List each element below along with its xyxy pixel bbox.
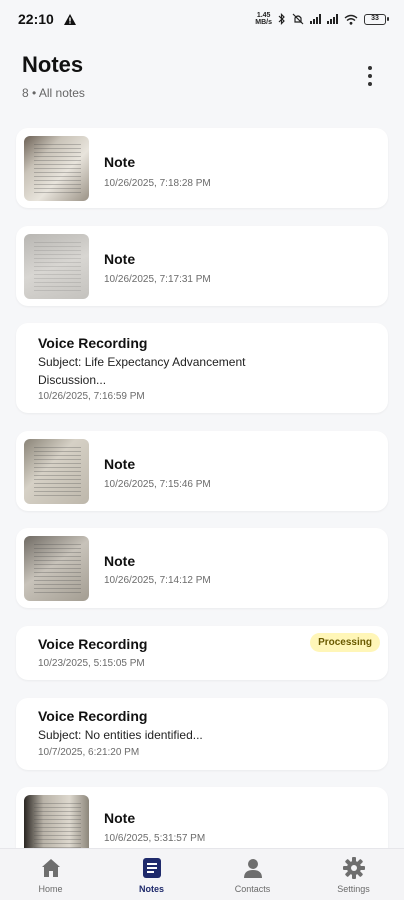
status-bar: 22:10 1.45 MB/s 33 — [0, 0, 404, 38]
nav-settings[interactable]: Settings — [309, 856, 399, 894]
net-speed-unit: MB/s — [255, 19, 272, 26]
voice-recording-card[interactable]: Voice Recording Subject: No entities ide… — [16, 698, 388, 770]
voice-recording-subject: Subject: No entities identified... — [38, 728, 203, 742]
note-thumbnail — [24, 234, 89, 299]
note-date: 10/26/2025, 7:17:31 PM — [104, 274, 211, 285]
note-title: Note — [104, 251, 136, 267]
battery-icon: 33 — [364, 13, 389, 25]
header: Notes 8 • All notes — [0, 38, 404, 110]
net-speed: 1.45 MB/s — [255, 12, 272, 26]
note-card[interactable]: Note 10/26/2025, 7:18:28 PM — [16, 128, 388, 208]
voice-recording-subject: Subject: Life Expectancy Advancement Dis… — [38, 355, 246, 387]
nav-home[interactable]: Home — [6, 856, 96, 894]
person-icon — [243, 858, 262, 878]
processing-badge: Processing — [310, 633, 380, 652]
status-time: 22:10 — [18, 11, 54, 27]
wifi-icon — [344, 14, 358, 25]
nav-contacts[interactable]: Contacts — [208, 856, 298, 894]
note-title: Note — [104, 810, 136, 826]
signal-1-icon — [310, 14, 321, 24]
nav-contacts-label: Contacts — [234, 883, 271, 894]
mute-bell-icon — [292, 13, 304, 25]
voice-recording-card[interactable]: Voice Recording Processing 10/23/2025, 5… — [16, 626, 388, 680]
note-card[interactable]: Note 10/26/2025, 7:17:31 PM — [16, 226, 388, 306]
nav-home-label: Home — [38, 883, 63, 894]
status-right: 1.45 MB/s 33 — [255, 12, 389, 26]
nav-settings-label: Settings — [337, 883, 370, 894]
note-date: 10/26/2025, 7:14:12 PM — [104, 575, 211, 586]
battery-level: 33 — [371, 14, 379, 22]
signal-2-icon — [327, 14, 338, 24]
note-title: Note — [104, 456, 136, 472]
bluetooth-icon — [278, 13, 285, 25]
voice-recording-date: 10/26/2025, 7:16:59 PM — [38, 391, 145, 402]
notes-icon — [142, 857, 161, 878]
status-left: 22:10 — [18, 11, 76, 27]
note-date: 10/6/2025, 5:31:57 PM — [104, 833, 206, 844]
nav-notes[interactable]: Notes — [107, 856, 197, 894]
gear-icon — [342, 856, 365, 879]
warning-triangle-icon — [63, 13, 76, 25]
bottom-navigation: Home Notes Contacts Settings — [0, 848, 404, 900]
note-date: 10/26/2025, 7:18:28 PM — [104, 178, 211, 189]
voice-recording-date: 10/7/2025, 6:21:20 PM — [38, 747, 140, 758]
voice-recording-card[interactable]: Voice Recording Subject: Life Expectancy… — [16, 323, 388, 413]
more-options-button[interactable] — [366, 66, 374, 86]
note-title: Note — [104, 553, 136, 569]
note-thumbnail — [24, 439, 89, 504]
net-speed-value: 1.45 — [256, 12, 271, 19]
notes-count-subtitle: 8 • All notes — [22, 86, 85, 100]
voice-recording-date: 10/23/2025, 5:15:05 PM — [38, 658, 145, 669]
home-icon — [41, 858, 60, 877]
voice-recording-title: Voice Recording — [38, 708, 148, 724]
page-title: Notes — [22, 52, 84, 77]
note-card[interactable]: Note 10/26/2025, 7:14:12 PM — [16, 528, 388, 608]
note-date: 10/26/2025, 7:15:46 PM — [104, 479, 211, 490]
note-title: Note — [104, 154, 136, 170]
nav-notes-label: Notes — [138, 883, 164, 894]
note-card[interactable]: Note 10/26/2025, 7:15:46 PM — [16, 431, 388, 511]
note-thumbnail — [24, 136, 89, 201]
voice-recording-title: Voice Recording — [38, 335, 148, 351]
more-vertical-icon — [368, 66, 372, 70]
note-thumbnail — [24, 536, 89, 601]
voice-recording-title: Voice Recording — [38, 636, 148, 652]
